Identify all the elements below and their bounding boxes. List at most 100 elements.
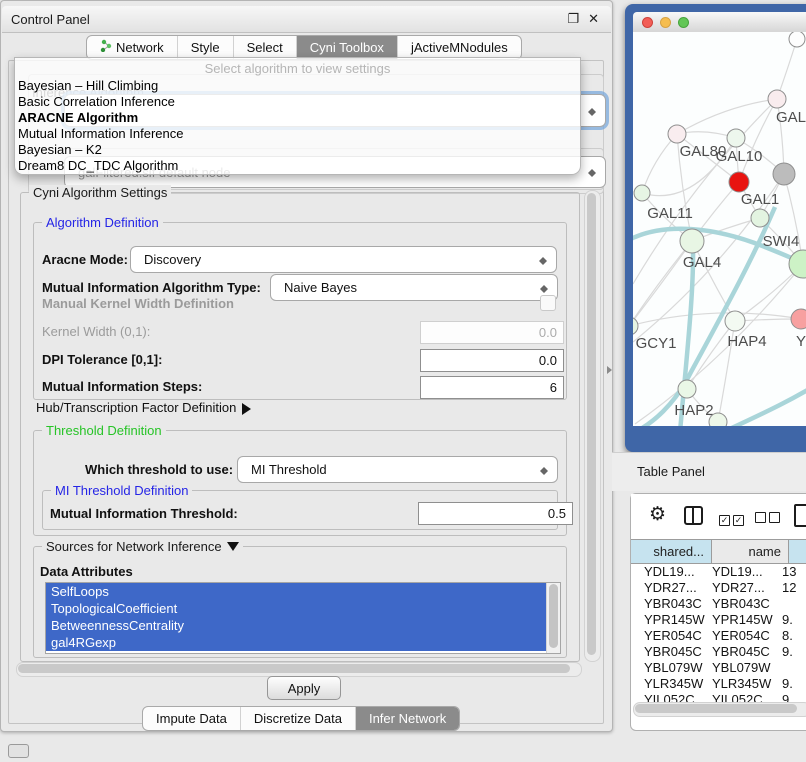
threshold-combobox[interactable]: MI Threshold bbox=[237, 456, 558, 483]
mi-steps-field[interactable]: 6 bbox=[420, 376, 564, 399]
table-horizontal-scrollbar[interactable] bbox=[633, 702, 806, 717]
tab-cyni-toolbox[interactable]: Cyni Toolbox bbox=[296, 36, 397, 59]
network-node[interactable] bbox=[729, 172, 749, 192]
attribute-list-item[interactable]: TopologicalCoefficient bbox=[46, 600, 547, 617]
unchecked-boxes-icon[interactable] bbox=[755, 511, 783, 526]
algorithm-option[interactable]: Dream8 DC_TDC Algorithm bbox=[15, 158, 580, 174]
kernel-width-field[interactable]: 0.0 bbox=[420, 321, 564, 344]
table-cell: YBR045C bbox=[712, 644, 782, 660]
split-columns-icon[interactable] bbox=[684, 506, 703, 525]
algorithm-option[interactable]: Mutual Information Inference bbox=[15, 126, 580, 142]
document-icon[interactable] bbox=[794, 504, 806, 527]
list-scrollbar-thumb[interactable] bbox=[549, 584, 558, 648]
node-label: GCY1 bbox=[636, 335, 677, 352]
gear-icon[interactable]: ⚙ bbox=[649, 503, 666, 526]
network-node-y[interactable] bbox=[791, 309, 806, 329]
network-edge[interactable] bbox=[642, 134, 677, 193]
network-node-hap2[interactable] bbox=[678, 380, 696, 398]
list-scrollbar[interactable] bbox=[546, 583, 560, 653]
checked-boxes-icon[interactable]: ✓✓ bbox=[719, 511, 747, 526]
network-node-gal10[interactable] bbox=[727, 129, 745, 147]
network-node-gcy1[interactable] bbox=[633, 317, 638, 335]
hub-definition-toggle[interactable]: Hub/Transcription Factor Definition bbox=[36, 400, 257, 415]
table-cell: YBR043C bbox=[712, 596, 782, 612]
aracne-mode-combobox[interactable]: Discovery bbox=[130, 246, 557, 273]
network-node-gal11[interactable] bbox=[634, 185, 650, 201]
table-row[interactable]: YPR145WYPR145W9. bbox=[631, 612, 806, 628]
attribute-list-item[interactable]: BetweennessCentrality bbox=[46, 617, 547, 634]
tab-network[interactable]: Network bbox=[87, 36, 177, 59]
control-panel-titlebar[interactable]: Control Panel ❐ ✕ bbox=[2, 6, 611, 33]
network-node[interactable] bbox=[789, 32, 805, 47]
network-canvas[interactable]: GALGAL80GAL10GAL1GAL11SWI4GAL4GCY1HAP4YH… bbox=[633, 32, 806, 426]
attribute-list-item[interactable]: gal4RGexp bbox=[46, 634, 547, 651]
table-row[interactable]: YBR043CYBR043C bbox=[631, 596, 806, 612]
network-node-gal1[interactable] bbox=[751, 209, 769, 227]
column-header[interactable]: name bbox=[712, 540, 789, 563]
split-divider-arrow-icon[interactable] bbox=[607, 366, 616, 374]
zoom-traffic-light-icon[interactable] bbox=[678, 17, 689, 28]
network-window-titlebar[interactable] bbox=[633, 12, 806, 32]
settings-vscroll-thumb[interactable] bbox=[587, 193, 596, 655]
mi-type-label: Mutual Information Algorithm Type: bbox=[42, 280, 261, 295]
minimize-traffic-light-icon[interactable] bbox=[660, 17, 671, 28]
network-node[interactable] bbox=[709, 413, 727, 426]
tab-jactivemnodules[interactable]: jActiveMNodules bbox=[397, 36, 521, 59]
bottom-tab-infer-network[interactable]: Infer Network bbox=[355, 707, 459, 730]
algorithm-option[interactable]: Bayesian – K2 bbox=[15, 142, 580, 158]
dropdown-prompt: Select algorithm to view settings bbox=[15, 58, 580, 78]
column-header[interactable]: shared... bbox=[631, 540, 712, 563]
table-row[interactable]: YDL19...YDL19...13 bbox=[631, 564, 806, 580]
table-row[interactable]: YBL079WYBL079W bbox=[631, 660, 806, 676]
dpi-tolerance-field[interactable]: 0.0 bbox=[420, 349, 564, 372]
manual-kernel-checkbox[interactable] bbox=[540, 295, 556, 311]
table-hscroll-thumb[interactable] bbox=[635, 704, 797, 713]
mi-type-combobox[interactable]: Naive Bayes bbox=[270, 274, 558, 301]
algorithm-option[interactable]: Bayesian – Hill Climbing bbox=[15, 78, 580, 94]
application-root: Control Panel ❐ ✕ Inference Algorithm ga… bbox=[0, 0, 806, 762]
network-node-gal80[interactable] bbox=[668, 125, 686, 143]
float-window-icon[interactable]: ❐ bbox=[567, 11, 579, 27]
collapsed-arrow-icon[interactable] bbox=[242, 403, 257, 415]
data-attributes-list[interactable]: SelfLoopsTopologicalCoefficientBetweenne… bbox=[45, 582, 561, 654]
algorithm-option[interactable]: Basic Correlation Inference bbox=[15, 94, 580, 110]
table-row[interactable]: YLR345WYLR345W9. bbox=[631, 676, 806, 692]
table-cell: YDR27... bbox=[712, 580, 782, 596]
settings-group-title: Cyni Algorithm Settings bbox=[29, 185, 171, 200]
bottom-tab-impute-data[interactable]: Impute Data bbox=[143, 707, 240, 730]
dock-panel-icon[interactable] bbox=[8, 744, 29, 758]
aracne-mode-label: Aracne Mode: bbox=[42, 252, 128, 267]
tab-label: Network bbox=[116, 36, 164, 59]
tab-label: Style bbox=[191, 36, 220, 59]
expanded-arrow-icon[interactable] bbox=[227, 542, 239, 557]
dropdown-item-list: Bayesian – Hill ClimbingBasic Correlatio… bbox=[15, 78, 580, 174]
table-row[interactable]: YER054CYER054C8. bbox=[631, 628, 806, 644]
close-icon[interactable]: ✕ bbox=[588, 11, 599, 27]
settings-hscroll-thumb[interactable] bbox=[18, 664, 570, 673]
mi-threshold-field[interactable]: 0.5 bbox=[418, 502, 573, 525]
network-edge-thick[interactable] bbox=[719, 382, 806, 426]
network-node[interactable] bbox=[773, 163, 795, 185]
network-node-gal4[interactable] bbox=[680, 229, 704, 253]
tab-select[interactable]: Select bbox=[233, 36, 296, 59]
table-cell: YER054C bbox=[631, 628, 712, 644]
tab-style[interactable]: Style bbox=[177, 36, 233, 59]
algorithm-option[interactable]: ARACNE Algorithm bbox=[15, 110, 580, 126]
network-node-swi4[interactable] bbox=[789, 250, 806, 278]
settings-vertical-scrollbar[interactable] bbox=[584, 190, 601, 662]
network-node-hap4[interactable] bbox=[725, 311, 745, 331]
attribute-list-item[interactable]: SelfLoops bbox=[46, 583, 547, 600]
bottom-tab-discretize-data[interactable]: Discretize Data bbox=[240, 707, 355, 730]
close-traffic-light-icon[interactable] bbox=[642, 17, 653, 28]
table-row[interactable]: YDR27...YDR27...12 bbox=[631, 580, 806, 596]
apply-button[interactable]: Apply bbox=[267, 676, 341, 700]
node-label: HAP4 bbox=[727, 333, 766, 350]
column-header[interactable] bbox=[789, 540, 806, 563]
table-row[interactable]: YBR045CYBR045C9. bbox=[631, 644, 806, 660]
network-graph[interactable]: GALGAL80GAL10GAL1GAL11SWI4GAL4GCY1HAP4YH… bbox=[633, 32, 806, 426]
network-icon bbox=[100, 36, 112, 59]
threshold-value: MI Threshold bbox=[251, 457, 327, 482]
network-edge-thick[interactable] bbox=[680, 244, 693, 426]
settings-horizontal-scrollbar[interactable] bbox=[16, 662, 582, 677]
network-node-gal[interactable] bbox=[768, 90, 786, 108]
